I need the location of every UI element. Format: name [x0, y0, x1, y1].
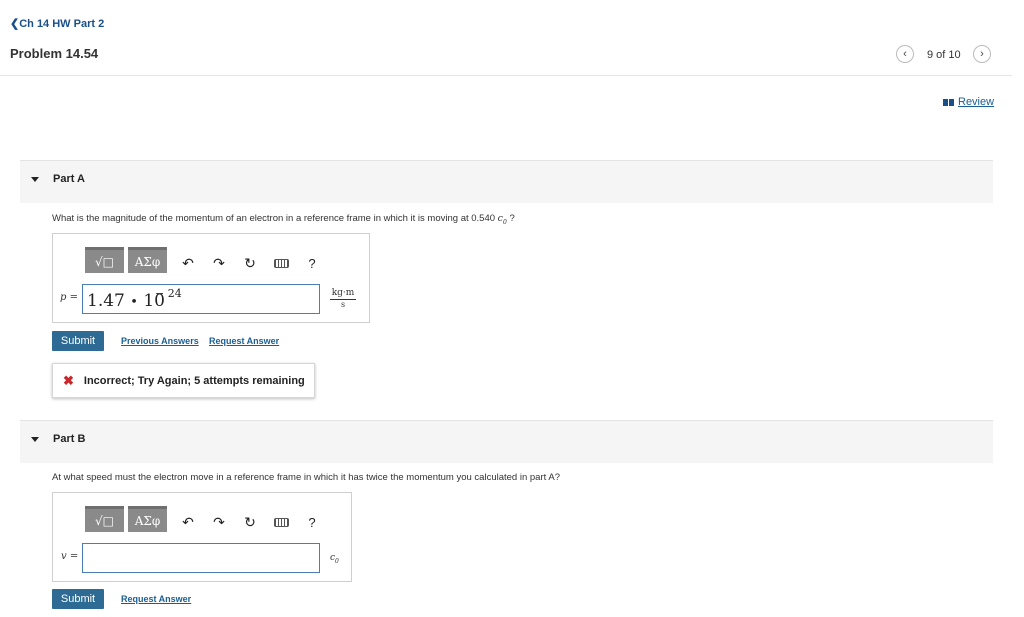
part-a-header[interactable]: Part A	[20, 160, 993, 203]
part-b-title: Part B	[53, 433, 86, 445]
templates-button[interactable]: √□	[85, 247, 124, 273]
feedback-text: Incorrect; Try Again; 5 attempts remaini…	[83, 374, 305, 387]
next-problem-button[interactable]: ›	[973, 45, 991, 63]
answer-dot: •	[130, 295, 138, 310]
review-icon	[943, 98, 954, 106]
unit-sub: 0	[335, 557, 339, 565]
previous-answers-link[interactable]: Previous Answers	[121, 336, 199, 346]
undo-icon[interactable]: ↶	[180, 514, 196, 530]
reset-icon[interactable]: ↻	[242, 255, 258, 271]
part-a-answer-box: √□ ΑΣφ ↶ ↷ ↻ ? p = 1.47 • 10 − 24 kg·m s	[52, 233, 370, 323]
part-a-variable-label: p =	[60, 292, 78, 303]
part-b-header[interactable]: Part B	[20, 420, 993, 463]
redo-icon[interactable]: ↷	[211, 255, 227, 271]
part-a-unit: kg·m s	[330, 288, 356, 309]
chevron-left-icon: ‹	[903, 48, 907, 60]
greek-symbols-button[interactable]: ΑΣφ	[128, 247, 167, 273]
collapse-arrow-icon[interactable]	[31, 177, 39, 182]
answer-mantissa: 1.47	[87, 291, 125, 311]
part-a-title: Part A	[53, 173, 85, 185]
header-divider	[0, 75, 1012, 76]
part-a-answer-input[interactable]: 1.47 • 10 − 24	[82, 284, 320, 314]
unit-denominator: s	[340, 300, 346, 309]
review-link[interactable]: Review	[943, 96, 994, 108]
reset-icon[interactable]: ↻	[242, 514, 258, 530]
help-icon[interactable]: ?	[304, 514, 320, 530]
chevron-right-icon: ›	[980, 48, 984, 60]
back-link[interactable]: ❮Ch 14 HW Part 2	[10, 17, 104, 30]
collapse-arrow-icon[interactable]	[31, 437, 39, 442]
question-suffix: ?	[506, 213, 515, 224]
part-b-submit-button[interactable]: Submit	[52, 589, 104, 609]
part-a-question: What is the magnitude of the momentum of…	[52, 213, 515, 226]
keyboard-icon[interactable]	[274, 518, 289, 527]
templates-button[interactable]: √□	[85, 506, 124, 532]
greek-symbols-button[interactable]: ΑΣφ	[128, 506, 167, 532]
review-label: Review	[958, 96, 995, 108]
undo-icon[interactable]: ↶	[180, 255, 196, 271]
part-b-question: At what speed must the electron move in …	[52, 472, 560, 483]
incorrect-feedback: ✖ Incorrect; Try Again; 5 attempts remai…	[52, 363, 315, 398]
part-b-variable-label: v =	[61, 551, 79, 562]
part-a-question-text: What is the magnitude of the momentum of…	[52, 213, 496, 224]
answer-exponent: − 24	[155, 287, 182, 300]
redo-icon[interactable]: ↷	[211, 514, 227, 530]
problem-title: Problem 14.54	[10, 46, 99, 61]
pager-text: 9 of 10	[927, 49, 961, 61]
help-icon[interactable]: ?	[304, 255, 320, 271]
part-b-unit: c0	[330, 553, 339, 565]
part-b-answer-input[interactable]	[82, 543, 320, 573]
part-a-request-answer-link[interactable]: Request Answer	[209, 336, 279, 346]
keyboard-icon[interactable]	[274, 259, 289, 268]
error-x-icon: ✖	[63, 372, 74, 388]
templates-icon: √□	[95, 254, 114, 269]
part-a-submit-button[interactable]: Submit	[52, 331, 104, 351]
templates-icon: √□	[95, 513, 114, 528]
speed-of-light-symbol: c0	[497, 213, 507, 226]
greek-icon: ΑΣφ	[134, 513, 161, 528]
part-b-request-answer-link[interactable]: Request Answer	[121, 594, 191, 604]
chevron-left-icon: ❮	[10, 18, 20, 30]
part-b-answer-box: √□ ΑΣφ ↶ ↷ ↻ ? v = c0	[52, 492, 352, 582]
back-link-label: Ch 14 HW Part 2	[19, 18, 105, 30]
greek-icon: ΑΣφ	[134, 254, 161, 269]
previous-problem-button[interactable]: ‹	[896, 45, 914, 63]
unit-numerator: kg·m	[330, 288, 356, 300]
